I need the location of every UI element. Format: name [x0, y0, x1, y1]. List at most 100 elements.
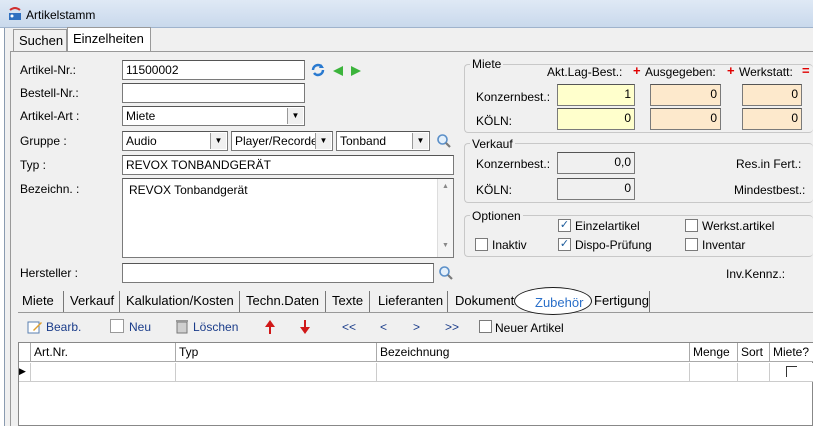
gruppe-select-3[interactable]: Tonband ▼	[336, 131, 430, 151]
tab-einzelheiten[interactable]: Einzelheiten	[67, 27, 151, 52]
miete-konzernbest-label: Konzernbest.:	[476, 90, 551, 104]
table-cell-bezeichnung[interactable]	[377, 363, 690, 382]
verkauf-konzernbest-label: Konzernbest.:	[476, 157, 551, 171]
scroll-down-icon[interactable]: ▼	[438, 242, 453, 249]
inaktiv-checkbox[interactable]	[475, 238, 488, 251]
column-header-sort[interactable]: Sort	[738, 343, 770, 362]
column-header-typ[interactable]: Typ	[176, 343, 377, 362]
artikel-art-value: Miete	[126, 109, 156, 123]
chevron-down-icon[interactable]: ▼	[287, 108, 303, 124]
table-cell-typ[interactable]	[176, 363, 377, 382]
bezeichn-scrollbar[interactable]: ▲ ▼	[437, 179, 453, 257]
new-document-icon[interactable]	[110, 319, 124, 333]
bearb-button[interactable]: Bearb.	[46, 320, 81, 334]
dispo-pruefung-label: Dispo-Prüfung	[575, 238, 652, 252]
gruppe-label: Gruppe :	[20, 134, 67, 148]
miete-koeln-ausg-field[interactable]: 0	[650, 108, 721, 130]
bezeichn-text: REVOX Tonbandgerät	[129, 183, 248, 197]
verkauf-group-title: Verkauf	[470, 137, 515, 151]
einzelartikel-label: Einzelartikel	[575, 219, 640, 233]
last-record-button[interactable]: >>	[445, 320, 459, 334]
miete-koeln-werk-field[interactable]: 0	[742, 108, 802, 130]
bestell-nr-field[interactable]	[122, 83, 305, 103]
subtab-zubehoer[interactable]: Zubehör	[531, 293, 585, 314]
neu-button[interactable]: Neu	[129, 320, 151, 334]
previous-record-button[interactable]: <	[380, 320, 387, 334]
miete-konzern-werk-field[interactable]: 0	[742, 84, 802, 106]
artikel-art-select[interactable]: Miete ▼	[122, 106, 305, 126]
search-icon[interactable]	[438, 265, 454, 281]
miete-konzern-ausg-field[interactable]: 0	[650, 84, 721, 106]
neuer-artikel-checkbox[interactable]	[479, 320, 492, 333]
einzelartikel-checkbox[interactable]: ✓	[558, 219, 571, 232]
column-header-bezeichnung[interactable]: Bezeichnung	[377, 343, 690, 362]
artikel-art-label: Artikel-Art :	[20, 109, 80, 123]
move-up-icon[interactable]	[264, 319, 276, 335]
inaktiv-label: Inaktiv	[492, 238, 527, 252]
verkauf-koeln-label: KÖLN:	[476, 183, 513, 197]
table-cell-sort[interactable]	[738, 363, 770, 382]
chevron-down-icon[interactable]: ▼	[412, 133, 428, 149]
bezeichn-textarea[interactable]: REVOX Tonbandgerät	[122, 178, 454, 258]
scroll-up-icon[interactable]: ▲	[438, 183, 453, 190]
bestell-nr-label: Bestell-Nr.:	[20, 86, 79, 100]
miete-konzern-akt-field[interactable]: 1	[557, 84, 635, 106]
row-indicator-icon: ▶	[19, 363, 31, 382]
next-arrow-icon[interactable]	[350, 65, 362, 77]
subtab-techn-daten[interactable]: Techn.Daten	[242, 291, 326, 312]
miete-checkbox[interactable]	[786, 366, 797, 377]
search-icon[interactable]	[436, 133, 452, 149]
chevron-down-icon[interactable]: ▼	[210, 133, 226, 149]
bezeichn-label: Bezeichn. :	[20, 182, 80, 196]
subtab-kalkulation[interactable]: Kalkulation/Kosten	[122, 291, 240, 312]
inventar-checkbox[interactable]	[685, 238, 698, 251]
loeschen-button[interactable]: Löschen	[193, 320, 238, 334]
gruppe-value-1: Audio	[126, 134, 157, 148]
werkst-artikel-label: Werkst.artikel	[702, 219, 775, 233]
column-header-miete[interactable]: Miete?	[770, 343, 813, 362]
inv-kennz-label: Inv.Kennz.:	[726, 267, 786, 281]
dispo-pruefung-checkbox[interactable]: ✓	[558, 238, 571, 251]
subtab-fertigung[interactable]: Fertigung	[590, 291, 650, 312]
res-in-fert-label: Res.in Fert.:	[736, 157, 802, 171]
gruppe-select-2[interactable]: Player/Recorde ▼	[231, 131, 333, 151]
edit-icon[interactable]	[27, 319, 43, 335]
miete-koeln-akt-field[interactable]: 0	[557, 108, 635, 130]
artikel-nr-field[interactable]: 11500002	[122, 60, 305, 80]
ausgegeben-header: Ausgegeben:	[645, 65, 716, 79]
typ-field[interactable]: REVOX TONBANDGERÄT	[122, 155, 454, 175]
subtab-lieferanten[interactable]: Lieferanten	[374, 291, 448, 312]
window-title: Artikelstamm	[26, 8, 96, 22]
werkstatt-header: Werkstatt:	[739, 65, 793, 79]
akt-lag-best-header: Akt.Lag-Best.:	[547, 65, 623, 79]
werkst-artikel-checkbox[interactable]	[685, 219, 698, 232]
subtab-verkauf[interactable]: Verkauf	[66, 291, 120, 312]
inventar-label: Inventar	[702, 238, 746, 252]
table-cell-art-nr[interactable]	[31, 363, 176, 382]
subtab-texte[interactable]: Texte	[328, 291, 370, 312]
gruppe-select-1[interactable]: Audio ▼	[122, 131, 228, 151]
typ-label: Typ :	[20, 158, 47, 172]
move-down-icon[interactable]	[299, 319, 311, 335]
next-record-button[interactable]: >	[413, 320, 420, 334]
plus-sign: +	[727, 63, 735, 78]
window-titlebar: Artikelstamm	[0, 0, 813, 28]
plus-sign: +	[633, 63, 641, 78]
subtab-miete[interactable]: Miete	[18, 291, 64, 312]
subtab-dokumente[interactable]: Dokumente	[451, 291, 521, 312]
miete-group-title: Miete	[470, 57, 504, 71]
verkauf-konzern-field: 0,0	[557, 152, 635, 174]
column-header-art-nr[interactable]: Art.Nr.	[31, 343, 176, 362]
optionen-group-title: Optionen	[470, 209, 523, 223]
column-header-menge[interactable]: Menge	[690, 343, 738, 362]
hersteller-field[interactable]	[122, 263, 434, 283]
equals-sign: =	[802, 63, 810, 78]
chevron-down-icon[interactable]: ▼	[315, 133, 331, 149]
tab-suchen[interactable]: Suchen	[13, 29, 67, 51]
table-cell-miete[interactable]	[770, 363, 813, 382]
trash-icon[interactable]	[175, 318, 189, 334]
previous-arrow-icon[interactable]	[332, 65, 344, 77]
refresh-icon[interactable]	[310, 62, 326, 78]
first-record-button[interactable]: <<	[342, 320, 356, 334]
table-cell-menge[interactable]	[690, 363, 738, 382]
